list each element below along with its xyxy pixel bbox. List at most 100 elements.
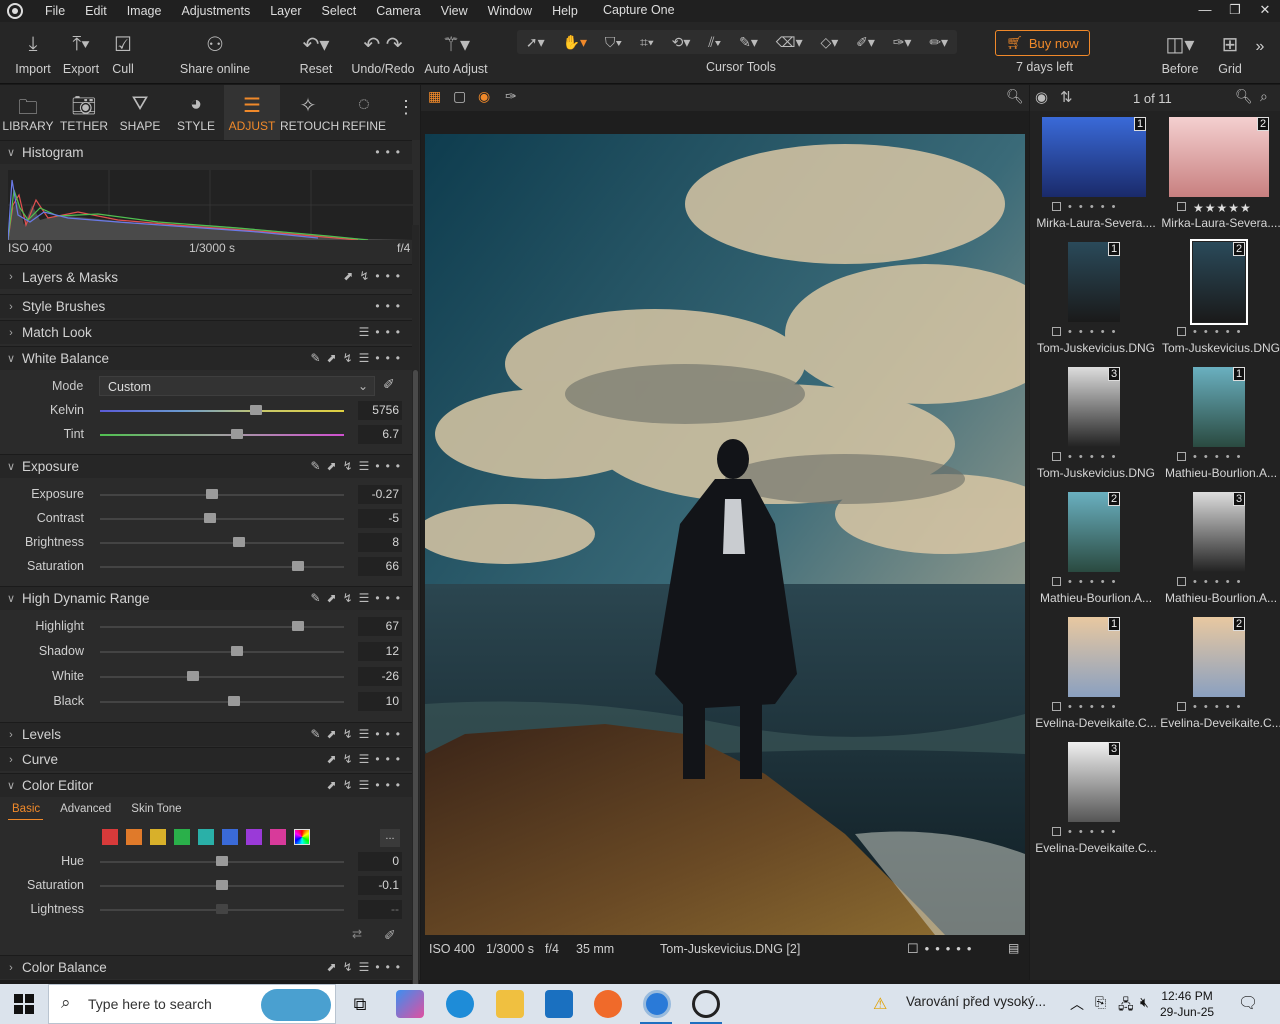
curve-header[interactable]: › Curve ⬈↯☰••• xyxy=(0,747,412,771)
thumbnail[interactable]: 1 • • • • • Mathieu-Bourlion.A... xyxy=(1159,367,1279,487)
reset-button[interactable]: ↶▾ Reset xyxy=(296,28,336,77)
select-checkbox[interactable] xyxy=(1052,577,1061,586)
color-balance-header[interactable]: › Color Balance ⬈↯☰••• xyxy=(0,955,412,979)
slider-track[interactable] xyxy=(100,626,344,628)
thumbnail[interactable]: 3 • • • • • Mathieu-Bourlion.A... xyxy=(1159,492,1279,612)
wb-mode-select[interactable]: Custom ⌄ xyxy=(99,376,375,396)
select-checkbox[interactable] xyxy=(1052,202,1061,211)
tabs-more-icon[interactable]: ⋮ xyxy=(392,85,420,140)
select-checkbox[interactable] xyxy=(1177,327,1186,336)
slider-track[interactable] xyxy=(100,676,344,678)
eyedropper-icon[interactable]: ✐ xyxy=(383,376,395,393)
network-icon[interactable]: 🖧︎ xyxy=(1118,994,1134,1018)
star-rating[interactable]: • • • • • xyxy=(1193,576,1242,588)
star-rating[interactable]: • • • • • xyxy=(1193,326,1242,338)
slider-knob[interactable] xyxy=(216,880,228,890)
file-explorer-icon[interactable] xyxy=(496,990,524,1018)
color-swatch[interactable] xyxy=(246,829,262,845)
volume-muted-icon[interactable]: 🔇︎ xyxy=(1140,994,1149,1011)
thumbnail[interactable]: 2 • • • • • Evelina-Deveikaite.C... xyxy=(1159,617,1280,737)
tab-retouch[interactable]: ✧ RETOUCH xyxy=(280,85,339,140)
slider-value-field[interactable]: 10 xyxy=(358,692,402,711)
star-rating[interactable]: • • • • • xyxy=(1068,826,1117,838)
menu-edit[interactable]: Edit xyxy=(75,0,117,22)
copilot-icon[interactable] xyxy=(396,990,424,1018)
close-icon[interactable]: ✕ xyxy=(1250,0,1280,22)
color-swatch[interactable] xyxy=(222,829,238,845)
slider-value-field[interactable]: 5756 xyxy=(358,401,402,420)
thumbnail-image[interactable]: 3 xyxy=(1159,492,1279,572)
select-cursor-icon[interactable]: ➚▾ xyxy=(526,34,545,51)
select-checkbox[interactable] xyxy=(1052,827,1061,836)
star-rating[interactable]: • • • • • xyxy=(1068,201,1117,213)
color-swatch[interactable] xyxy=(174,829,190,845)
thumbnail-image[interactable]: 1 xyxy=(1159,367,1279,447)
thumbnail-image[interactable]: 1 xyxy=(1034,617,1154,697)
tools-scrollbar[interactable] xyxy=(412,225,419,1024)
slider-knob[interactable] xyxy=(186,671,199,681)
more-icon[interactable]: ••• xyxy=(375,299,406,313)
adjust-sliders-icon[interactable]: ⇄ xyxy=(352,927,362,941)
section-tools-icon[interactable]: ✎⬈↯☰••• xyxy=(310,727,406,741)
weather-notification[interactable]: Varování před vysoký... xyxy=(906,994,1046,1009)
taskbar-search[interactable]: ⌕ Type here to search xyxy=(48,984,336,1024)
thumbnail[interactable]: 1 • • • • • Tom-Juskevicius.DNG xyxy=(1034,242,1155,362)
star-rating[interactable]: • • • • • xyxy=(1193,451,1242,463)
proof-eye-icon[interactable]: ◉ xyxy=(478,88,490,105)
main-photo[interactable] xyxy=(425,134,1025,935)
share-online-button[interactable]: ⚇ Share online xyxy=(178,28,252,77)
slider-value-field[interactable]: -5 xyxy=(358,509,402,528)
style-brushes-header[interactable]: › Style Brushes ••• xyxy=(0,294,412,318)
warning-icon[interactable]: ⚠ xyxy=(873,994,887,1014)
slider-track[interactable] xyxy=(100,542,344,544)
chevron-up-icon[interactable]: ︿ xyxy=(1070,994,1084,1014)
pan-hand-icon[interactable]: ✋▾ xyxy=(563,34,587,51)
tab-refine[interactable]: ◌ REFINE xyxy=(336,85,392,140)
slider-track[interactable] xyxy=(100,410,344,412)
maximize-icon[interactable]: ❐ xyxy=(1220,0,1250,22)
star-rating[interactable]: • • • • • xyxy=(1068,701,1117,713)
slider-track[interactable] xyxy=(100,651,344,653)
slider-knob[interactable] xyxy=(233,537,246,547)
slider-knob[interactable] xyxy=(230,646,243,656)
section-tools-icon[interactable]: ⬈↯☰••• xyxy=(327,752,406,766)
slider-value-field[interactable]: 67 xyxy=(358,617,402,636)
section-tools-icon[interactable]: ✎⬈↯☰••• xyxy=(310,591,406,605)
ce-tab-skin-tone[interactable]: Skin Tone xyxy=(127,803,197,815)
export-button[interactable]: ⤒▾ Export xyxy=(60,28,102,77)
thumbnail[interactable]: 2 ★★★★★ Mirka-Laura-Severa.... xyxy=(1159,117,1280,237)
menu-view[interactable]: View xyxy=(431,0,478,22)
thumbnail[interactable]: 2 • • • • • Tom-Juskevicius.DNG xyxy=(1159,239,1280,362)
thumbnail-image[interactable]: 1 xyxy=(1034,117,1154,197)
slider-value-field[interactable]: 8 xyxy=(358,533,402,552)
select-checkbox[interactable] xyxy=(1052,327,1061,336)
tab-tether[interactable]: 📷︎ TETHER xyxy=(56,85,112,140)
slider-knob[interactable] xyxy=(203,513,216,523)
match-look-header[interactable]: › Match Look ☰••• xyxy=(0,320,412,344)
thumbnail[interactable]: 3 • • • • • Tom-Juskevicius.DNG xyxy=(1034,367,1155,487)
eraser-icon[interactable]: ⌫▾ xyxy=(776,34,803,51)
sort-icon[interactable]: ⇅ xyxy=(1060,88,1073,106)
device-icon[interactable]: ⎘ xyxy=(1095,994,1106,1011)
select-checkbox[interactable] xyxy=(1052,452,1061,461)
section-tools-icon[interactable]: ⬈↯••• xyxy=(343,269,406,283)
rating-dots[interactable]: ☐••••• xyxy=(907,941,977,957)
slider-value-field[interactable]: 6.7 xyxy=(358,425,402,444)
eye-icon[interactable]: ◉ xyxy=(1035,88,1048,106)
minimize-icon[interactable]: — xyxy=(1190,0,1220,22)
picker-icon[interactable]: ✑ xyxy=(505,88,517,105)
select-checkbox[interactable] xyxy=(1177,702,1186,711)
slider-knob[interactable] xyxy=(291,621,304,631)
menu-adjustments[interactable]: Adjustments xyxy=(171,0,260,22)
slider-value-field[interactable]: -0.27 xyxy=(358,485,402,504)
more-icon[interactable]: ••• xyxy=(375,145,406,159)
menu-image[interactable]: Image xyxy=(117,0,172,22)
thumbnail-image[interactable]: 1 xyxy=(1034,242,1154,322)
exposure-header[interactable]: ∨ Exposure ✎⬈↯☰••• xyxy=(0,454,412,478)
color-swatch[interactable] xyxy=(198,829,214,845)
gradient-icon[interactable]: ◇▾ xyxy=(820,34,838,51)
undo-redo-button[interactable]: ↶ ↷ Undo/Redo xyxy=(350,28,416,77)
slider-track[interactable] xyxy=(100,566,344,568)
menu-layer[interactable]: Layer xyxy=(260,0,311,22)
select-checkbox[interactable] xyxy=(1052,702,1061,711)
